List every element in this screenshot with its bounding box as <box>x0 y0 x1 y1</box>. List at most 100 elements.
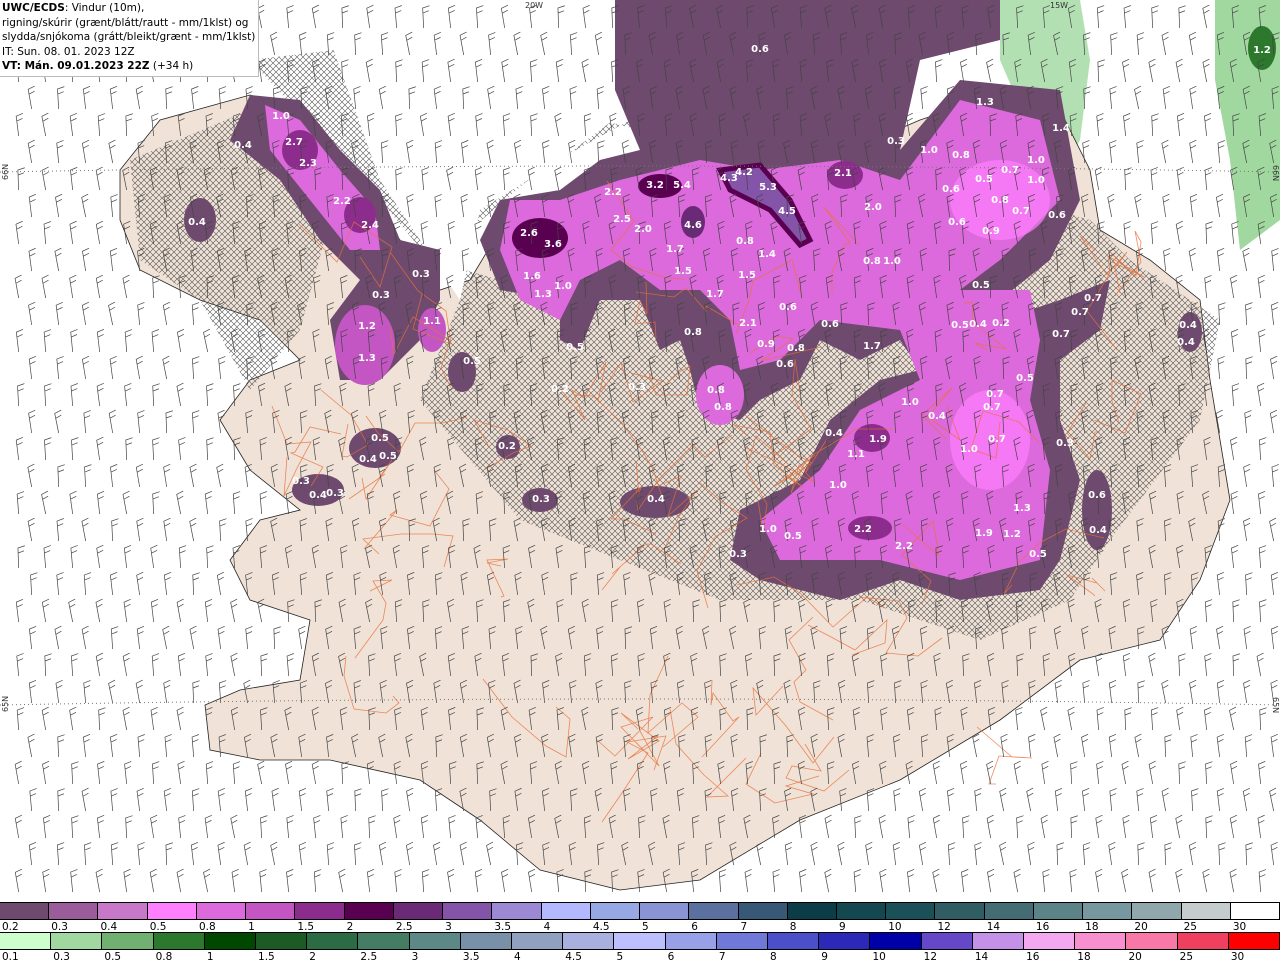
coord-65n-right: 65N <box>1271 697 1280 713</box>
precip-value-label: 0.3 <box>729 549 747 560</box>
precip-value-label: 0.4 <box>969 319 987 330</box>
snow-legend-swatch <box>787 903 837 919</box>
rain-legend-label: 18 <box>1077 951 1091 963</box>
rain-legend-swatch <box>768 933 820 949</box>
precip-value-label: 2.1 <box>834 168 852 179</box>
snow-legend-swatch <box>196 903 247 919</box>
rain-legend-swatch <box>307 933 359 949</box>
weather-map: 20W 15W 66N 65N 66N 65N 1.0 0.4 2.7 2.3 2.2 2… <box>0 0 1280 902</box>
precip-value-label: 0.7 <box>988 434 1006 445</box>
precip-value-label: 0.5 <box>379 451 397 462</box>
rain-legend-label: 6 <box>667 951 675 963</box>
precip-value-label: 0.8 <box>991 195 1009 206</box>
precip-value-label: 1.0 <box>901 397 919 408</box>
precip-value-label: 0.6 <box>821 319 839 330</box>
precip-value-label: 0.8 <box>736 236 754 247</box>
rain-legend-swatch <box>0 933 52 949</box>
precip-value-label: 1.7 <box>666 244 684 255</box>
rain-legend-label: 3 <box>411 951 419 963</box>
rain-legend-label: 30 <box>1230 951 1245 963</box>
precip-value-label: 0.4 <box>1089 525 1107 536</box>
precip-value-label: 0.4 <box>825 428 843 439</box>
precip-value-label: 1.3 <box>534 289 552 300</box>
snow-legend-swatch <box>590 903 641 919</box>
rain-legend-label: 0.3 <box>53 951 70 963</box>
precip-value-label: 0.5 <box>972 280 990 291</box>
snow-legend-swatch <box>836 903 887 919</box>
rain-legend-label: 4.5 <box>565 951 582 963</box>
precip-value-label: 1.9 <box>975 528 993 539</box>
precip-value-label: 0.5 <box>1029 549 1047 560</box>
precip-value-label: 2.2 <box>854 524 872 535</box>
rain-legend-label: 5 <box>616 951 624 963</box>
coord-65n-left: 65N <box>1 696 10 712</box>
snow-legend: 0.2 0.3 0.4 0.5 0.8 1 1.5 2 2.5 3 3.5 4 4.5 5 6 7 8 9 10 12… <box>0 902 1280 934</box>
rain-legend-swatch <box>1228 933 1280 949</box>
rain-legend-swatch <box>460 933 513 949</box>
precip-value-label: 0.8 <box>863 256 881 267</box>
precip-value-label: 1.2 <box>358 321 376 332</box>
rain-legend-swatch <box>51 933 103 949</box>
precip-value-label: 1.2 <box>1253 45 1271 56</box>
precip-value-label: 0.8 <box>714 402 732 413</box>
snow-legend-swatch <box>344 903 394 919</box>
snow-legend-swatch <box>147 903 197 919</box>
precip-value-label: 0.5 <box>784 531 802 542</box>
rain-legend-label: 20 <box>1128 951 1142 963</box>
precip-value-label: 1.3 <box>1013 503 1031 514</box>
precip-value-label: 0.4 <box>234 140 252 151</box>
snow-legend-swatch <box>98 903 148 919</box>
precip-value-label: 0.7 <box>1071 307 1089 318</box>
snow-legend-swatch <box>1230 903 1280 919</box>
precip-value-label: 1.7 <box>863 341 881 352</box>
precip-value-label: 2.2 <box>333 196 351 207</box>
lead-time: (+34 h) <box>152 60 194 72</box>
precip-value-label: 2.5 <box>613 214 631 225</box>
snow-legend-swatch <box>246 903 296 919</box>
snow-legend-swatch <box>541 903 591 919</box>
precip-value-label: 0.8 <box>707 385 725 396</box>
map-info-box: UWC/ECDS: Vindur (10m), rigning/skúrir (… <box>0 0 260 77</box>
precip-value-label: 1.4 <box>758 249 776 260</box>
precip-value-label: 3.2 <box>646 180 664 191</box>
precip-value-label: 0.6 <box>948 217 966 228</box>
rain-legend-swatch <box>153 933 205 949</box>
rain-legend-label: 1.5 <box>258 951 275 963</box>
precip-value-label: 0.8 <box>787 343 805 354</box>
rain-legend-swatch <box>972 933 1025 949</box>
precip-value-label: 0.7 <box>1084 293 1102 304</box>
rain-legend-swatch <box>1075 933 1127 949</box>
init-time: IT: Sun. 08. 01. 2023 12Z <box>2 45 135 58</box>
precip-value-label: 4.5 <box>778 206 796 217</box>
rain-legend-label: 7 <box>718 951 726 963</box>
precip-value-label: 2.0 <box>634 224 652 235</box>
precip-value-label: 0.3 <box>532 494 550 505</box>
rain-legend-label: 10 <box>872 951 886 963</box>
precip-value-label: 2.0 <box>864 202 882 213</box>
precip-value-label: 0.3 <box>887 136 905 147</box>
rain-legend-label: 25 <box>1179 951 1194 963</box>
snow-legend-swatch <box>443 903 493 919</box>
rain-legend-swatch <box>1126 933 1178 949</box>
precip-value-label: 1.5 <box>738 270 756 281</box>
precip-value-label: 1.0 <box>554 281 572 292</box>
valid-time: VT: Mán. 09.01.2023 22Z <box>2 60 150 72</box>
snow-legend-swatch <box>1181 903 1231 919</box>
precip-value-label: 0.7 <box>986 389 1004 400</box>
precip-value-label: 0.3 <box>628 382 646 393</box>
precip-value-label: 0.4 <box>928 411 946 422</box>
precip-value-label: 0.6 <box>751 44 769 55</box>
precip-value-label: 0.5 <box>951 320 969 331</box>
precip-value-label: 0.4 <box>1179 320 1197 331</box>
coord-66n-right: 66N <box>1271 165 1280 181</box>
precip-value-label: 1.3 <box>358 353 376 364</box>
title-line3: slydda/snjókoma (grátt/bleikt/grænt - mm… <box>2 31 256 43</box>
precip-value-label: 1.0 <box>920 145 938 156</box>
snow-legend-swatch <box>1083 903 1133 919</box>
precip-value-label: 2.4 <box>361 220 379 231</box>
snow-legend-swatch <box>1033 903 1084 919</box>
snow-legend-swatch <box>1132 903 1182 919</box>
precip-value-label: 0.5 <box>463 356 481 367</box>
rain-legend: 0.1 0.3 0.5 0.8 1 1.5 2 2.5 3 3.5 4 4.5 5 6 7 8 9 10 12 14 1… <box>0 932 1280 964</box>
rain-legend-swatch <box>1177 933 1229 949</box>
